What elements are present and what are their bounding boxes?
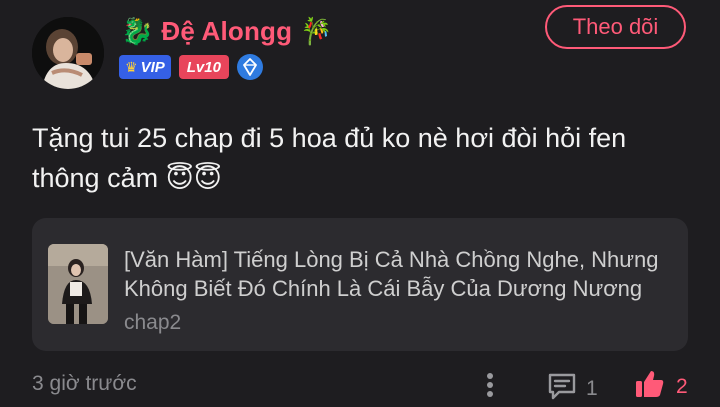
reply-button[interactable]: 1 [546, 370, 598, 407]
linked-story-card[interactable]: [Văn Hàm] Tiếng Lòng Bị Cả Nhà Chồng Ngh… [32, 218, 688, 351]
follow-button[interactable]: Theo dõi [545, 5, 686, 49]
story-chapter: chap2 [124, 311, 182, 334]
user-name[interactable]: Đệ Alongg [161, 16, 292, 47]
level-badge: Lv10 [178, 55, 229, 79]
reply-count: 1 [586, 376, 598, 400]
user-name-row: 🐉 Đệ Alongg 🎋 [121, 14, 333, 48]
level-label: Lv10 [186, 58, 221, 76]
thumbs-up-icon [634, 368, 666, 405]
vip-label: VIP [140, 58, 165, 76]
more-icon[interactable] [480, 370, 500, 400]
timestamp: 3 giờ trước [32, 372, 137, 395]
comment-icon [546, 370, 578, 407]
dragon-emoji: 🐉 [121, 16, 154, 46]
vip-badge: ♛ VIP [119, 55, 171, 79]
diamond-icon [236, 54, 263, 80]
crown-icon: ♛ [125, 58, 138, 75]
story-thumbnail [48, 244, 108, 324]
avatar-image [32, 17, 104, 89]
like-count: 2 [676, 374, 688, 398]
comment-footer: 3 giờ trước 1 2 [0, 368, 720, 404]
story-title: [Văn Hàm] Tiếng Lòng Bị Cả Nhà Chồng Ngh… [124, 247, 659, 301]
user-badges: ♛ VIP Lv10 [119, 54, 263, 80]
bamboo-emoji: 🎋 [300, 16, 333, 46]
like-button[interactable]: 2 [634, 368, 688, 405]
avatar[interactable] [32, 17, 104, 89]
comment-text: Tặng tui 25 chap đi 5 hoa đủ ko nè hơi đ… [32, 123, 627, 193]
